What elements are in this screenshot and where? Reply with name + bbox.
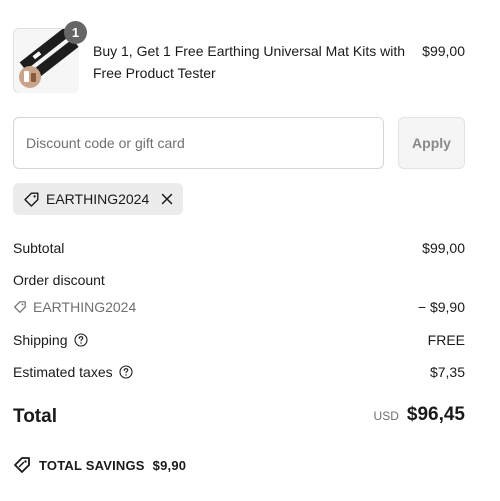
taxes-value: $7,35	[429, 364, 465, 380]
shipping-row: Shipping FREE	[13, 329, 465, 351]
applied-discount-chip: EARTHING2024	[13, 183, 184, 215]
total-row: Total USD $96,45	[13, 404, 465, 434]
subtotal-row: Subtotal $99,00	[13, 237, 465, 259]
remove-discount-button[interactable]	[155, 193, 173, 205]
savings-value: $9,90	[152, 457, 187, 473]
total-savings: TOTAL SAVINGS $9,90	[13, 454, 186, 476]
discount-code-row: EARTHING2024 − $9,90	[13, 296, 465, 318]
question-circle-icon[interactable]	[73, 333, 88, 347]
shipping-label-group: Shipping	[13, 329, 88, 351]
quantity-badge: 1	[64, 21, 87, 44]
question-circle-icon[interactable]	[119, 365, 133, 379]
discount-tag-icon	[13, 456, 31, 474]
product-price: $99,00	[422, 43, 465, 59]
applied-code-label: EARTHING2024	[46, 191, 150, 207]
discount-code-detail: EARTHING2024	[13, 296, 136, 318]
taxes-row: Estimated taxes $7,35	[13, 361, 465, 383]
tag-icon	[13, 300, 27, 314]
shipping-label: Shipping	[13, 332, 68, 348]
savings-label: TOTAL SAVINGS	[39, 457, 145, 473]
total-amount: $96,45	[406, 404, 465, 425]
product-thumbnail: 1	[13, 21, 87, 93]
tag-icon	[23, 191, 40, 208]
discount-code-input[interactable]	[13, 117, 384, 169]
close-icon	[161, 193, 173, 205]
line-item: 1 Buy 1, Get 1 Free Earthing Universal M…	[13, 21, 465, 93]
subtotal-label: Subtotal	[13, 240, 65, 256]
taxes-label-group: Estimated taxes	[13, 361, 133, 383]
taxes-label: Estimated taxes	[13, 364, 113, 380]
subtotal-value: $99,00	[422, 240, 465, 256]
discount-value: − $9,90	[417, 299, 465, 315]
discount-code-label: EARTHING2024	[33, 299, 137, 315]
order-discount-label: Order discount	[13, 272, 105, 288]
total-value-group: USD $96,45	[374, 404, 465, 426]
apply-button[interactable]: Apply	[398, 117, 465, 169]
currency-code: USD	[373, 409, 399, 423]
total-label: Total	[13, 406, 57, 427]
order-discount-row: Order discount	[13, 269, 465, 291]
product-name: Buy 1, Get 1 Free Earthing Universal Mat…	[93, 43, 406, 81]
shipping-value: FREE	[427, 332, 465, 348]
